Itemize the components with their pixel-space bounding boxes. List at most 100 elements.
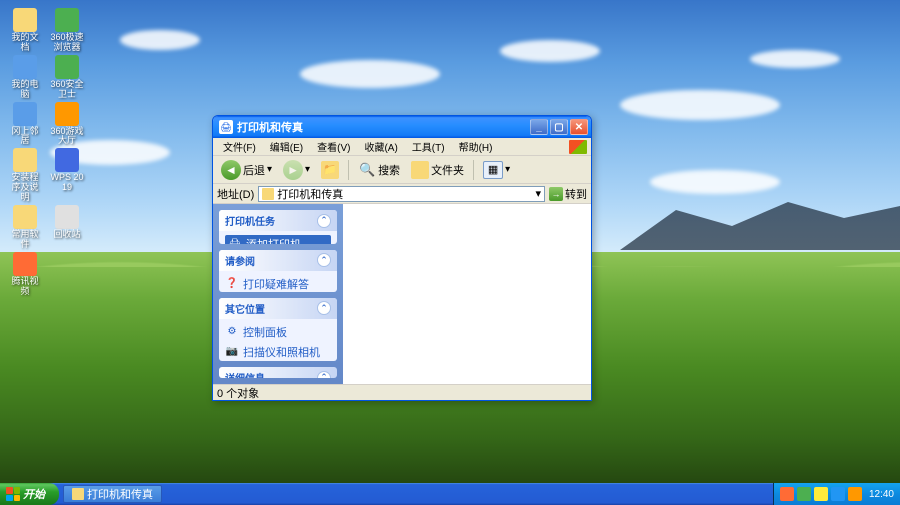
system-tray: 12:40 bbox=[773, 483, 900, 505]
panel-header[interactable]: 请参阅⌃ bbox=[219, 250, 337, 271]
window-icon: 🖨 bbox=[219, 120, 233, 134]
icon-label: 常用软件 bbox=[8, 230, 42, 250]
link-icon: ⚙ bbox=[225, 325, 239, 339]
icon-image bbox=[55, 8, 79, 32]
task-panel: 详细信息⌃ bbox=[219, 367, 337, 378]
desktop-icon[interactable]: 360安全卫士 bbox=[50, 55, 84, 100]
task-link[interactable]: 🖨添加打印机 bbox=[225, 235, 331, 244]
task-icon bbox=[72, 488, 84, 500]
go-arrow-icon: → bbox=[549, 187, 563, 201]
icon-image bbox=[13, 205, 37, 229]
desktop-icon[interactable]: 360极速浏览器 bbox=[50, 8, 84, 53]
desktop-icon[interactable]: 安装程序及说明 bbox=[8, 148, 42, 203]
folders-button[interactable]: 文件夹 bbox=[407, 159, 468, 181]
up-button[interactable]: 📁 bbox=[317, 159, 343, 181]
desktop-icon[interactable]: 腾讯视频 bbox=[8, 252, 42, 297]
icon-label: 我的电脑 bbox=[8, 80, 42, 100]
titlebar[interactable]: 🖨 打印机和传真 _ ▢ ✕ bbox=[213, 116, 591, 138]
minimize-button[interactable]: _ bbox=[530, 119, 548, 135]
chevron-icon: ⌃ bbox=[317, 253, 331, 267]
taskbar: 开始 打印机和传真 12:40 bbox=[0, 483, 900, 505]
up-folder-icon: 📁 bbox=[321, 161, 339, 179]
tray-icon[interactable] bbox=[797, 487, 811, 501]
icon-image bbox=[13, 252, 37, 276]
icon-label: 冈上邻居 bbox=[8, 127, 42, 147]
back-button[interactable]: ◄后退 ▾ bbox=[217, 158, 276, 182]
link-icon: 🖨 bbox=[228, 237, 242, 244]
chevron-icon: ⌃ bbox=[317, 301, 331, 315]
link-icon: ❓ bbox=[225, 277, 239, 291]
tray-icon[interactable] bbox=[780, 487, 794, 501]
maximize-button[interactable]: ▢ bbox=[550, 119, 568, 135]
views-icon: ▦ bbox=[483, 161, 503, 179]
tray-icon[interactable] bbox=[814, 487, 828, 501]
search-icon: 🔍 bbox=[358, 161, 376, 179]
taskbar-task[interactable]: 打印机和传真 bbox=[63, 485, 162, 503]
windows-flag-icon bbox=[569, 140, 587, 154]
desktop-icon[interactable]: 常用软件 bbox=[8, 205, 42, 250]
icon-label: 我的文档 bbox=[8, 33, 42, 53]
task-panel: 打印机任务⌃🖨添加打印机📠设置传真 bbox=[219, 210, 337, 244]
task-panel: 请参阅⌃❓打印疑难解答❓获得关于打印的帮助 bbox=[219, 250, 337, 292]
icon-image bbox=[55, 102, 79, 126]
link-icon: 📷 bbox=[225, 345, 239, 359]
task-link[interactable]: ❓打印疑难解答 bbox=[225, 275, 331, 292]
start-button[interactable]: 开始 bbox=[0, 483, 59, 505]
window-title: 打印机和传真 bbox=[237, 119, 530, 135]
menu-item[interactable]: 工具(T) bbox=[406, 138, 451, 155]
icon-label: 安装程序及说明 bbox=[8, 173, 42, 203]
panel-header[interactable]: 其它位置⌃ bbox=[219, 298, 337, 319]
chevron-icon: ⌃ bbox=[317, 214, 331, 228]
menu-item[interactable]: 查看(V) bbox=[311, 138, 356, 155]
tasks-sidebar: 打印机任务⌃🖨添加打印机📠设置传真请参阅⌃❓打印疑难解答❓获得关于打印的帮助其它… bbox=[213, 204, 343, 384]
desktop-icon[interactable]: 冈上邻居 bbox=[8, 102, 42, 147]
menubar: 文件(F)编辑(E)查看(V)收藏(A)工具(T)帮助(H) bbox=[213, 138, 591, 156]
forward-button[interactable]: ►▾ bbox=[279, 158, 314, 182]
icon-image bbox=[13, 102, 37, 126]
addressbar: 地址(D) 打印机和传真 ▾ →转到 bbox=[213, 184, 591, 204]
forward-arrow-icon: ► bbox=[283, 160, 303, 180]
folders-icon bbox=[411, 161, 429, 179]
panel-header[interactable]: 打印机任务⌃ bbox=[219, 210, 337, 231]
desktop-icon[interactable]: 360游戏大厅 bbox=[50, 102, 84, 147]
address-folder-icon bbox=[262, 188, 274, 200]
menu-item[interactable]: 编辑(E) bbox=[264, 138, 309, 155]
desktop-icon[interactable]: 我的文档 bbox=[8, 8, 42, 53]
explorer-window: 🖨 打印机和传真 _ ▢ ✕ 文件(F)编辑(E)查看(V)收藏(A)工具(T)… bbox=[212, 115, 592, 401]
menu-item[interactable]: 文件(F) bbox=[217, 138, 262, 155]
go-button[interactable]: →转到 bbox=[549, 186, 587, 202]
icon-image bbox=[13, 148, 37, 172]
icon-label: 回收站 bbox=[53, 230, 80, 240]
views-button[interactable]: ▦▾ bbox=[479, 159, 514, 181]
task-link[interactable]: 📷扫描仪和照相机 bbox=[225, 343, 331, 361]
search-button[interactable]: 🔍搜索 bbox=[354, 159, 404, 181]
clock[interactable]: 12:40 bbox=[869, 489, 894, 500]
desktop-icon[interactable]: 我的电脑 bbox=[8, 55, 42, 100]
desktop-icon[interactable]: 回收站 bbox=[50, 205, 84, 250]
panel-header[interactable]: 详细信息⌃ bbox=[219, 367, 337, 378]
task-link[interactable]: ⚙控制面板 bbox=[225, 323, 331, 341]
chevron-icon: ⌃ bbox=[317, 371, 331, 378]
menu-item[interactable]: 帮助(H) bbox=[453, 138, 499, 155]
icon-label: WPS 2019 bbox=[50, 173, 84, 193]
icon-label: 腾讯视频 bbox=[8, 277, 42, 297]
icon-image bbox=[55, 205, 79, 229]
tray-icon[interactable] bbox=[848, 487, 862, 501]
icon-label: 360极速浏览器 bbox=[50, 33, 84, 53]
icon-image bbox=[55, 55, 79, 79]
tray-icon[interactable] bbox=[831, 487, 845, 501]
address-input[interactable]: 打印机和传真 ▾ bbox=[258, 186, 545, 202]
toolbar: ◄后退 ▾ ►▾ 📁 🔍搜索 文件夹 ▦▾ bbox=[213, 156, 591, 184]
task-panel: 其它位置⌃⚙控制面板📷扫描仪和照相机📁我的文档🖼图片收藏💻我的电脑 bbox=[219, 298, 337, 362]
icon-image bbox=[13, 55, 37, 79]
address-label: 地址(D) bbox=[217, 186, 254, 202]
windows-logo-icon bbox=[6, 487, 20, 501]
content-area[interactable] bbox=[343, 204, 591, 384]
close-button[interactable]: ✕ bbox=[570, 119, 588, 135]
back-arrow-icon: ◄ bbox=[221, 160, 241, 180]
desktop-icons: 我的文档 360极速浏览器我的电脑 360安全卫士冈上邻居 360游戏大厅安装程序及说… bbox=[8, 8, 84, 297]
desktop-icon[interactable]: WPS 2019 bbox=[50, 148, 84, 203]
menu-item[interactable]: 收藏(A) bbox=[358, 138, 403, 155]
statusbar: 0 个对象 bbox=[213, 384, 591, 400]
icon-image bbox=[55, 148, 79, 172]
